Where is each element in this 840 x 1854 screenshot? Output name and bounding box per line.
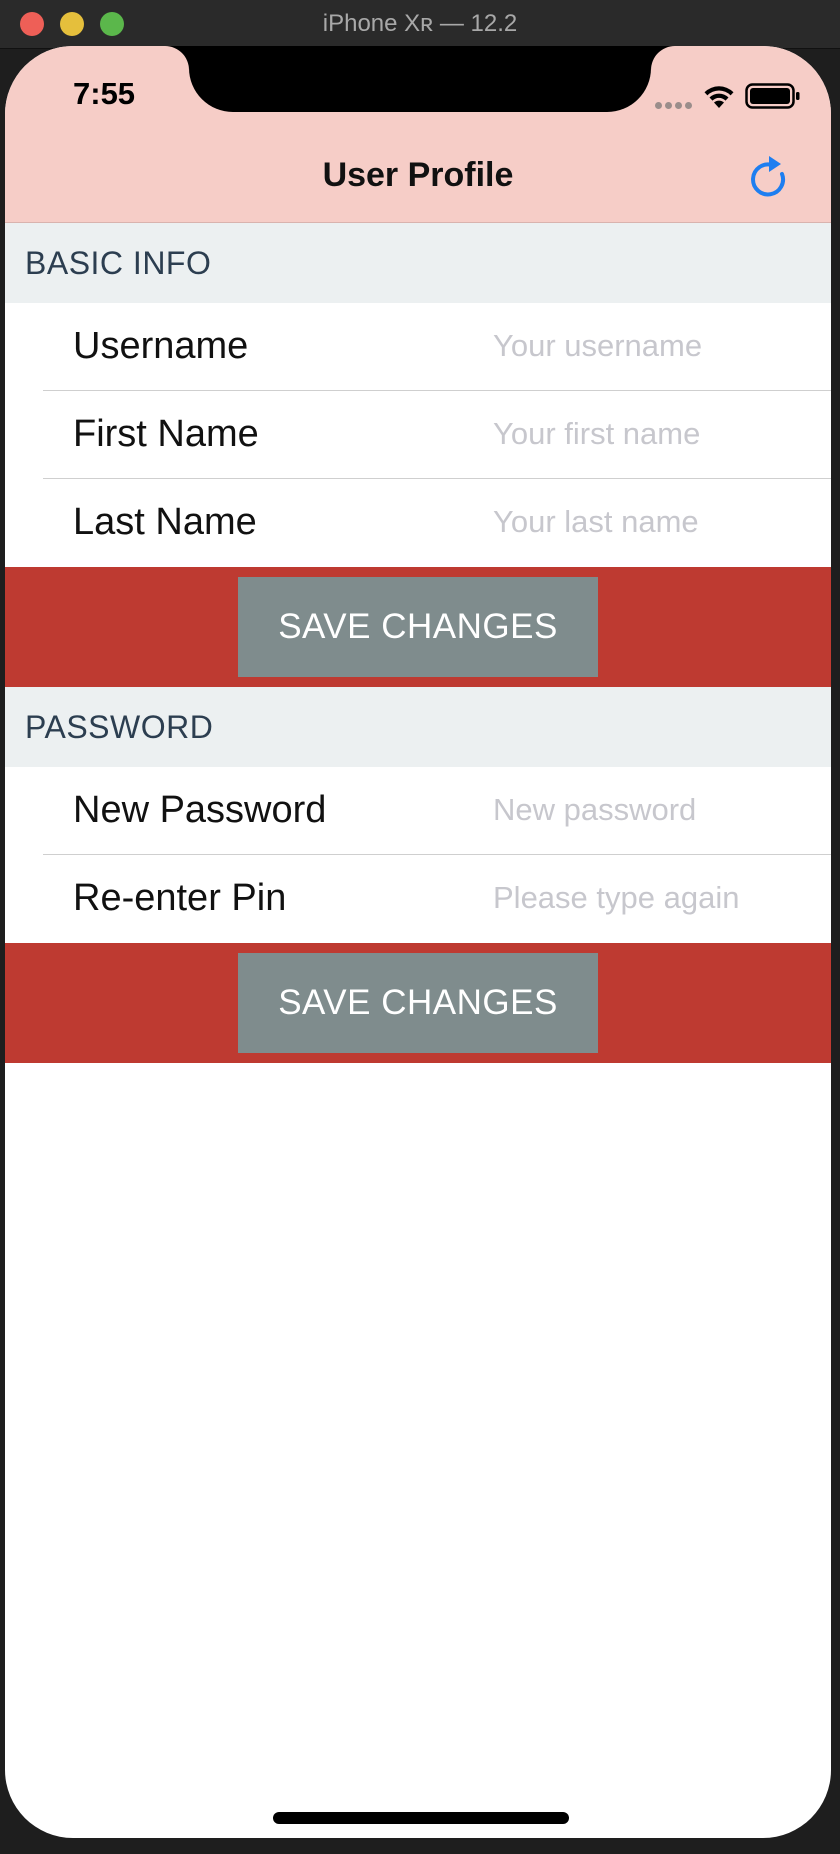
form-row-username: Username bbox=[5, 303, 831, 391]
reenter-pin-label: Re-enter Pin bbox=[73, 877, 287, 919]
save-password-button[interactable]: SAVE CHANGES bbox=[238, 953, 598, 1053]
first-name-label: First Name bbox=[73, 413, 259, 455]
username-label: Username bbox=[73, 325, 249, 367]
refresh-icon[interactable] bbox=[745, 152, 793, 204]
username-input[interactable] bbox=[493, 323, 823, 369]
wifi-icon bbox=[704, 86, 734, 108]
navigation-bar: 7:55 User Profile bbox=[5, 46, 831, 223]
first-name-input[interactable] bbox=[493, 411, 823, 457]
save-basic-info-button[interactable]: SAVE CHANGES bbox=[238, 577, 598, 677]
status-time: 7:55 bbox=[73, 76, 136, 111]
section-header-password: PASSWORD bbox=[5, 687, 831, 767]
page-title: User Profile bbox=[322, 156, 514, 194]
cellular-signal-icon bbox=[655, 96, 697, 109]
last-name-label: Last Name bbox=[73, 501, 257, 543]
form-row-first-name: First Name bbox=[5, 391, 831, 479]
section-header-basic-info: BASIC INFO bbox=[5, 223, 831, 303]
form-row-reenter-pin: Re-enter Pin bbox=[5, 855, 831, 943]
window-title: iPhone Xʀ — 12.2 bbox=[322, 10, 518, 37]
home-indicator[interactable] bbox=[273, 1812, 569, 1824]
save-basic-info-band: SAVE CHANGES bbox=[5, 567, 831, 687]
form-row-new-password: New Password bbox=[5, 767, 831, 855]
reenter-pin-input[interactable] bbox=[493, 875, 823, 921]
save-password-band: SAVE CHANGES bbox=[5, 943, 831, 1063]
notch-corner-right bbox=[651, 46, 675, 70]
device-screen: 7:55 User Profile BASIC INFO Username Yo… bbox=[5, 46, 831, 1838]
simulator-titlebar: iPhone Xʀ — 12.2 bbox=[0, 0, 840, 49]
section-header-label: BASIC INFO bbox=[25, 245, 212, 281]
new-password-label: New Password bbox=[73, 789, 327, 831]
device-notch bbox=[189, 46, 651, 112]
battery-icon bbox=[745, 83, 800, 109]
new-password-input[interactable] bbox=[493, 787, 823, 833]
notch-corner-left bbox=[165, 46, 189, 70]
section-header-label: PASSWORD bbox=[25, 709, 214, 745]
last-name-input[interactable] bbox=[493, 499, 823, 545]
form-row-last-name: Last Name bbox=[5, 479, 831, 567]
simulator-window: iPhone Xʀ — 12.2 7:55 User Profile BASIC… bbox=[0, 0, 840, 1854]
